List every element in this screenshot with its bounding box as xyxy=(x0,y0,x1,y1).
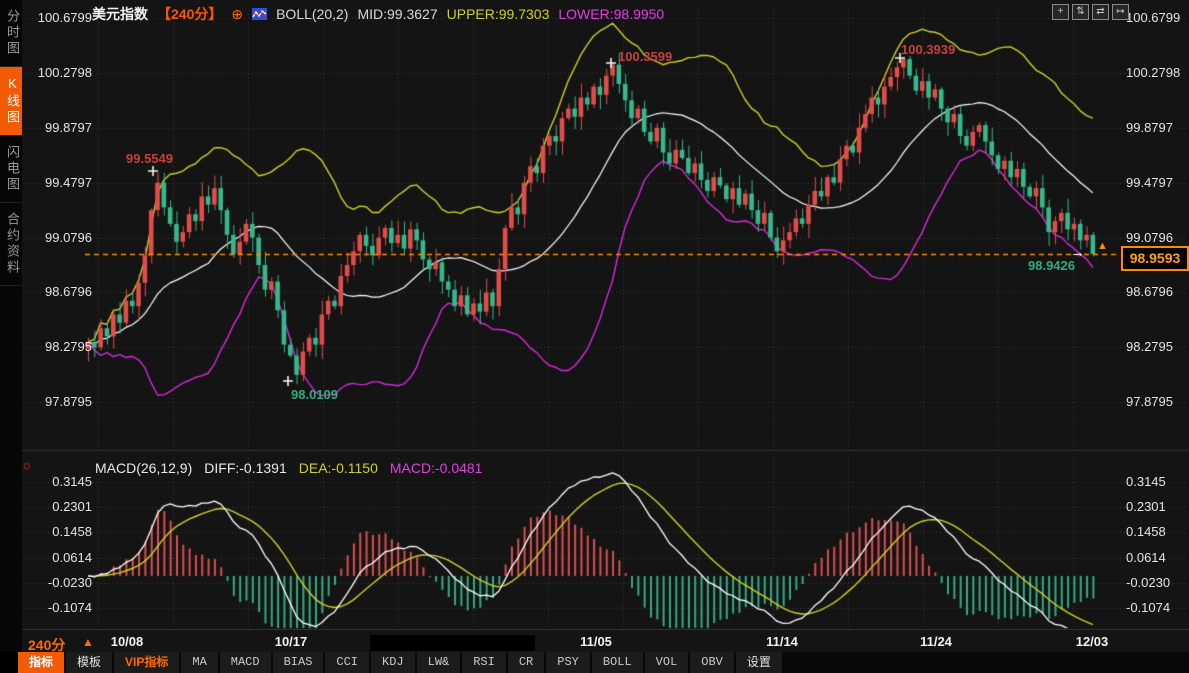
price-tick-right: 100.6799 xyxy=(1126,10,1180,25)
toolbar-button-CCI[interactable]: CCI xyxy=(325,652,369,673)
boll-lower-value: LOWER:98.9950 xyxy=(558,6,664,22)
current-price-badge: 98.9593 xyxy=(1121,246,1189,271)
price-tick-left: 99.0796 xyxy=(30,230,92,245)
price-tick-left: 97.8795 xyxy=(30,394,92,409)
y-axis-zoom-icon[interactable]: ⇅ xyxy=(1072,4,1089,20)
price-up-marker-icon: ▲ xyxy=(1097,240,1108,252)
toolbar-button-设置[interactable]: 设置 xyxy=(736,652,782,673)
price-tick-right: 99.8797 xyxy=(1126,120,1173,135)
trading-app: 美元指数 【240分】 ⊕ BOLL(20,2) MID:99.3627 UPP… xyxy=(0,0,1189,673)
toolbar-button-BIAS[interactable]: BIAS xyxy=(273,652,324,673)
timeframe-arrow-icon[interactable]: ▲ xyxy=(82,635,94,649)
macd-tick-left: -0.0230 xyxy=(30,575,92,590)
toolbar-button-RSI[interactable]: RSI xyxy=(462,652,506,673)
macd-settings-icon[interactable]: ☼ xyxy=(21,457,33,472)
macd-tick-right: -0.0230 xyxy=(1126,575,1170,590)
sidebar-tab-K线图[interactable]: K线图 xyxy=(0,67,22,136)
price-tick-left: 100.6799 xyxy=(30,10,92,25)
date-tick: 10/08 xyxy=(111,634,144,649)
price-annotation: 99.5549 xyxy=(126,151,173,166)
symbol-title: 美元指数 xyxy=(92,4,148,24)
price-tick-right: 99.0796 xyxy=(1126,230,1173,245)
expand-icon[interactable]: ⊕ xyxy=(231,6,243,23)
sidebar: 分时图K线图闪电图合约资料 xyxy=(0,0,22,652)
date-tick: 12/03 xyxy=(1076,634,1109,649)
macd-title: MACD(26,12,9) xyxy=(95,460,192,476)
date-tick: 11/24 xyxy=(920,634,952,649)
macd-tick-left: -0.1074 xyxy=(30,600,92,615)
macd-tick-right: 0.0614 xyxy=(1126,550,1166,565)
boll-mid-value: MID:99.3627 xyxy=(357,6,437,22)
toolbar-button-VIP指标[interactable]: VIP指标 xyxy=(114,652,179,673)
macd-macd-value: MACD:-0.0481 xyxy=(390,460,483,476)
sidebar-tab-合约资料[interactable]: 合约资料 xyxy=(0,203,22,286)
x-axis-zoom-icon[interactable]: ⇄ xyxy=(1092,4,1109,20)
period-tag: 【240分】 xyxy=(157,4,222,24)
date-tick: 11/14 xyxy=(766,634,798,649)
price-pointer-arrow-icon: → xyxy=(1070,244,1085,261)
price-annotation: 100.3939 xyxy=(901,42,955,57)
toolbar-button-LW&[interactable]: LW& xyxy=(417,652,461,673)
timeline-scrollbar-thumb[interactable] xyxy=(370,635,535,651)
date-tick: 10/17 xyxy=(275,634,308,649)
toolbar-button-BOLL[interactable]: BOLL xyxy=(592,652,643,673)
toolbar-button-MA[interactable]: MA xyxy=(181,652,217,673)
macd-tick-right: -0.1074 xyxy=(1126,600,1170,615)
indicator-toolbar: 指标模板VIP指标MAMACDBIASCCIKDJLW&RSICRPSYBOLL… xyxy=(0,652,1189,673)
boll-chart-icon xyxy=(252,8,267,20)
price-tick-left: 100.2798 xyxy=(30,65,92,80)
price-annotation: 100.3599 xyxy=(618,49,672,64)
macd-tick-right: 0.1458 xyxy=(1126,524,1166,539)
macd-diff-value: DIFF:-0.1391 xyxy=(204,460,286,476)
price-tick-right: 98.6796 xyxy=(1126,284,1173,299)
macd-tick-right: 0.2301 xyxy=(1126,499,1166,514)
chart-tool-buttons: +⇅⇄↦ xyxy=(1052,4,1129,20)
price-tick-right: 99.4797 xyxy=(1126,175,1173,190)
crosshair-tool-icon[interactable]: + xyxy=(1052,4,1069,20)
macd-header: MACD(26,12,9) DIFF:-0.1391 DEA:-0.1150 M… xyxy=(95,460,482,476)
price-tick-left: 98.6796 xyxy=(30,284,92,299)
chart-header: 美元指数 【240分】 ⊕ BOLL(20,2) MID:99.3627 UPP… xyxy=(92,4,664,24)
sidebar-tab-闪电图[interactable]: 闪电图 xyxy=(0,136,22,203)
boll-upper-value: UPPER:99.7303 xyxy=(447,6,550,22)
sidebar-tab-分时图[interactable]: 分时图 xyxy=(0,0,22,67)
price-tick-left: 99.8797 xyxy=(30,120,92,135)
macd-dea-value: DEA:-0.1150 xyxy=(299,460,378,476)
toolbar-button-MACD[interactable]: MACD xyxy=(220,652,271,673)
price-tick-left: 99.4797 xyxy=(30,175,92,190)
macd-tick-right: 0.3145 xyxy=(1126,474,1166,489)
chart-canvas[interactable] xyxy=(0,0,1189,673)
price-annotation: 98.9426 xyxy=(1028,258,1075,273)
toolbar-button-CR[interactable]: CR xyxy=(508,652,544,673)
macd-tick-left: 0.2301 xyxy=(30,499,92,514)
price-annotation: 98.0109 xyxy=(291,387,338,402)
toolbar-button-模板[interactable]: 模板 xyxy=(66,652,112,673)
price-tick-right: 97.8795 xyxy=(1126,394,1173,409)
price-tick-left: 98.2795 xyxy=(30,339,92,354)
time-axis-row: 240分 ▲ 10/0810/1711/0511/1411/2412/03 xyxy=(0,630,1189,652)
toolbar-button-VOL[interactable]: VOL xyxy=(645,652,689,673)
toolbar-button-PSY[interactable]: PSY xyxy=(546,652,590,673)
toolbar-spacer xyxy=(0,652,18,673)
pan-right-icon[interactable]: ↦ xyxy=(1112,4,1129,20)
macd-tick-left: 0.3145 xyxy=(30,474,92,489)
macd-tick-left: 0.1458 xyxy=(30,524,92,539)
toolbar-button-KDJ[interactable]: KDJ xyxy=(371,652,415,673)
toolbar-button-指标[interactable]: 指标 xyxy=(18,652,64,673)
toolbar-button-OBV[interactable]: OBV xyxy=(690,652,734,673)
price-tick-right: 100.2798 xyxy=(1126,65,1180,80)
date-tick: 11/05 xyxy=(580,634,612,649)
macd-tick-left: 0.0614 xyxy=(30,550,92,565)
price-tick-right: 98.2795 xyxy=(1126,339,1173,354)
boll-label: BOLL(20,2) xyxy=(276,6,348,22)
